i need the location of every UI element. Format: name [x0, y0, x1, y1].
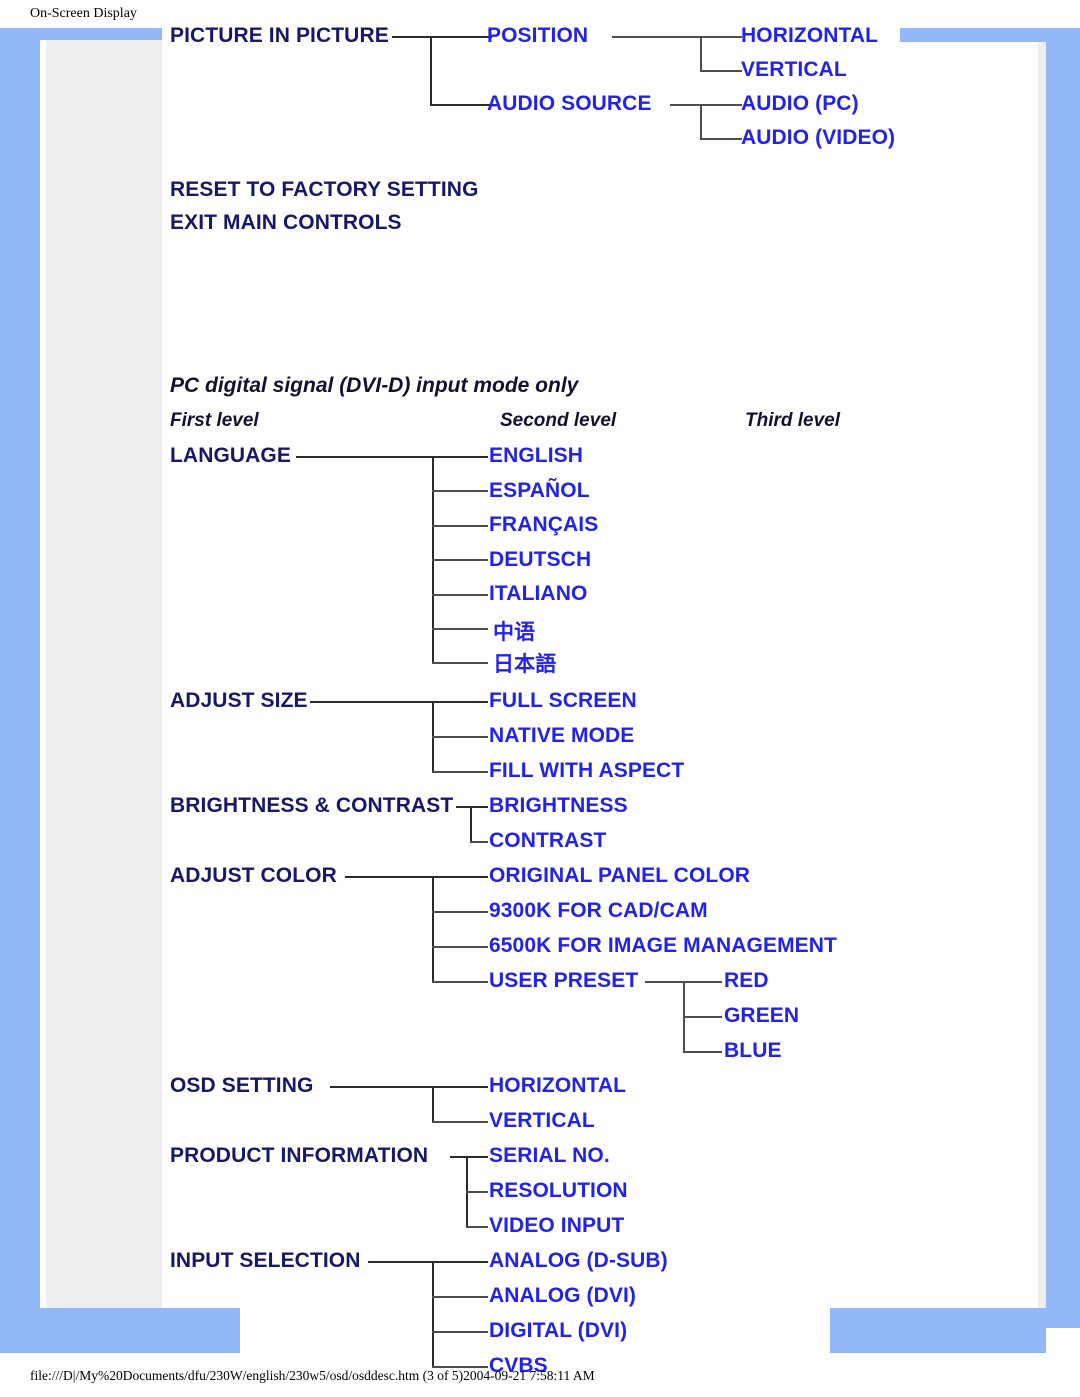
connector-pip-spine [430, 36, 432, 104]
menu-item-6500k-image-management[interactable]: 6500K FOR IMAGE MANAGEMENT [489, 934, 837, 958]
menu-item-preset-blue[interactable]: BLUE [724, 1039, 782, 1063]
connector-position-vertical [700, 70, 742, 72]
menu-item-resolution[interactable]: RESOLUTION [489, 1179, 628, 1203]
menu-item-fill-with-aspect[interactable]: FILL WITH ASPECT [489, 759, 684, 783]
connector-color-6500k [432, 946, 488, 948]
menu-item-brightness-and-contrast[interactable]: BRIGHTNESS & CONTRAST [170, 794, 453, 818]
connector-color-preset [432, 981, 488, 983]
connector-pip-audio-source [430, 104, 492, 106]
connector-brightness-stem [456, 806, 488, 808]
menu-item-native-mode[interactable]: NATIVE MODE [489, 724, 634, 748]
connector-language-italiano [432, 594, 488, 596]
connector-language-espanol [432, 490, 488, 492]
connector-audio-source-spine [700, 104, 702, 138]
connector-input-selection-spine [432, 1261, 434, 1366]
connector-preset-green [683, 1016, 722, 1018]
connector-product-info-stem [450, 1156, 488, 1158]
menu-item-full-screen[interactable]: FULL SCREEN [489, 689, 637, 713]
connector-resolution [466, 1191, 488, 1193]
menu-item-exit-main-controls[interactable]: EXIT MAIN CONTROLS [170, 211, 402, 235]
connector-pip-stem [392, 36, 492, 38]
menu-item-audio-pc[interactable]: AUDIO (PC) [741, 92, 859, 116]
menu-item-product-information[interactable]: PRODUCT INFORMATION [170, 1144, 428, 1168]
section-title-dvi: PC digital signal (DVI-D) input mode onl… [170, 374, 579, 397]
menu-item-reset-to-factory-setting[interactable]: RESET TO FACTORY SETTING [170, 178, 479, 202]
menu-item-contrast[interactable]: CONTRAST [489, 829, 606, 853]
menu-item-position[interactable]: POSITION [487, 24, 588, 48]
connector-audio-source-stem [670, 104, 742, 106]
menu-item-picture-in-picture[interactable]: PICTURE IN PICTURE [170, 24, 389, 48]
connector-audio-video [700, 138, 742, 140]
connector-language-chinese [432, 628, 488, 630]
connector-video-input [466, 1226, 488, 1228]
connector-adjust-size-native [432, 736, 488, 738]
column-title-third: Third level [745, 410, 841, 431]
menu-item-user-preset[interactable]: USER PRESET [489, 969, 638, 993]
menu-item-9300k-cad-cam[interactable]: 9300K FOR CAD/CAM [489, 899, 708, 923]
menu-item-adjust-size[interactable]: ADJUST SIZE [170, 689, 308, 713]
connector-color-9300k [432, 911, 488, 913]
menu-item-analog-d-sub[interactable]: ANALOG (D-SUB) [489, 1249, 668, 1273]
connector-osd-setting-spine [432, 1086, 434, 1121]
menu-item-language-francais[interactable]: FRANÇAIS [489, 513, 598, 537]
menu-item-language-deutsch[interactable]: DEUTSCH [489, 548, 591, 572]
connector-position-stem [612, 36, 742, 38]
menu-item-language-chinese[interactable]: 中语 [493, 616, 535, 646]
connector-input-selection-stem [368, 1261, 488, 1263]
menu-item-analog-dvi[interactable]: ANALOG (DVI) [489, 1284, 636, 1308]
menu-item-osd-horizontal[interactable]: HORIZONTAL [489, 1074, 626, 1098]
menu-item-adjust-color[interactable]: ADJUST COLOR [170, 864, 337, 888]
menu-item-original-panel-color[interactable]: ORIGINAL PANEL COLOR [489, 864, 750, 888]
menu-item-pip-horizontal[interactable]: HORIZONTAL [741, 24, 878, 48]
connector-position-spine [700, 36, 702, 70]
connector-language-francais [432, 525, 488, 527]
connector-preset-blue [683, 1051, 722, 1053]
menu-item-audio-video[interactable]: AUDIO (VIDEO) [741, 126, 895, 150]
connector-brightness-spine [470, 806, 472, 841]
connector-adjust-size-stem [310, 701, 488, 703]
menu-item-brightness[interactable]: BRIGHTNESS [489, 794, 628, 818]
menu-item-input-selection[interactable]: INPUT SELECTION [170, 1249, 361, 1273]
menu-item-digital-dvi[interactable]: DIGITAL (DVI) [489, 1319, 627, 1343]
connector-adjust-color-stem [345, 876, 488, 878]
menu-item-preset-red[interactable]: RED [724, 969, 769, 993]
menu-item-osd-vertical[interactable]: VERTICAL [489, 1109, 595, 1133]
connector-language-deutsch [432, 559, 488, 561]
menu-item-preset-green[interactable]: GREEN [724, 1004, 799, 1028]
menu-item-audio-source[interactable]: AUDIO SOURCE [487, 92, 652, 116]
menu-item-language-english[interactable]: ENGLISH [489, 444, 583, 468]
osd-menu-tree: PICTURE IN PICTURE POSITION AUDIO SOURCE… [0, 0, 1080, 1377]
menu-item-language[interactable]: LANGUAGE [170, 444, 291, 468]
connector-osd-setting-stem [330, 1086, 488, 1088]
column-title-second: Second level [500, 410, 617, 431]
menu-item-video-input[interactable]: VIDEO INPUT [489, 1214, 624, 1238]
menu-item-language-italiano[interactable]: ITALIANO [489, 582, 587, 606]
menu-item-language-japanese[interactable]: 日本語 [493, 648, 556, 678]
connector-adjust-color-spine [432, 876, 434, 981]
menu-item-pip-vertical[interactable]: VERTICAL [741, 58, 847, 82]
connector-language-japanese [432, 662, 488, 664]
connector-adjust-size-fill [432, 771, 488, 773]
menu-item-osd-setting[interactable]: OSD SETTING [170, 1074, 313, 1098]
page-footer-path: file:///D|/My%20Documents/dfu/230W/engli… [30, 1368, 595, 1383]
connector-analog-dvi [432, 1296, 488, 1298]
column-title-first: First level [170, 410, 259, 431]
connector-digital-dvi [432, 1331, 488, 1333]
connector-contrast [470, 841, 488, 843]
menu-item-serial-no[interactable]: SERIAL NO. [489, 1144, 610, 1168]
menu-item-language-espanol[interactable]: ESPAÑOL [489, 479, 590, 503]
connector-language-stem [296, 456, 488, 458]
connector-osd-vertical [432, 1121, 488, 1123]
